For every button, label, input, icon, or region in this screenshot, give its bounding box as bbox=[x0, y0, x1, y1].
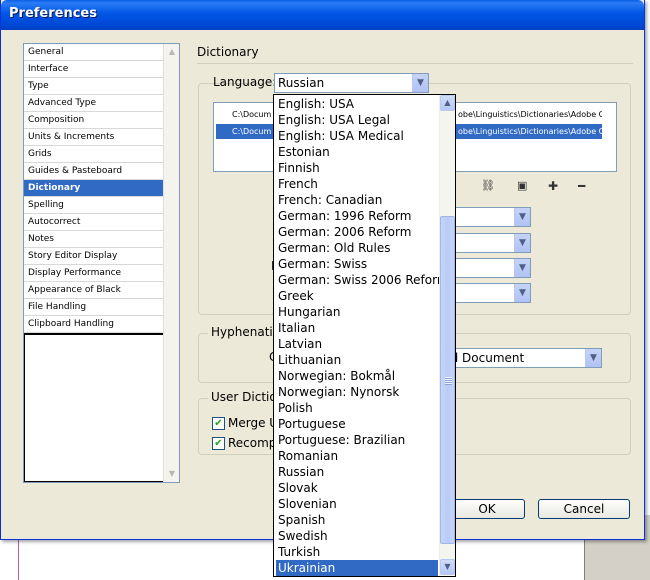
section-divider bbox=[197, 63, 633, 64]
language-option[interactable]: Polish bbox=[276, 400, 438, 416]
path-left: C:\Docum bbox=[232, 127, 272, 136]
sidebar-item[interactable]: Story Editor Display bbox=[24, 248, 164, 265]
chevron-down-icon[interactable]: ▼ bbox=[514, 234, 530, 252]
check-icon: ✔ bbox=[214, 418, 223, 429]
sidebar-item[interactable]: Interface bbox=[24, 61, 164, 78]
sidebar-item[interactable]: Appearance of Black bbox=[24, 282, 164, 299]
language-option[interactable]: English: USA Legal bbox=[276, 112, 438, 128]
chevron-down-icon[interactable]: ▼ bbox=[514, 208, 530, 226]
language-option[interactable]: Slovenian bbox=[276, 496, 438, 512]
language-option[interactable]: Latvian bbox=[276, 336, 438, 352]
scroll-down-icon[interactable]: ▼ bbox=[165, 467, 179, 481]
category-items: General Interface Type Advanced Type Composi… bbox=[24, 44, 164, 333]
spelling-vendor-select[interactable]: ▼ bbox=[451, 233, 531, 253]
single-quotes-select[interactable]: ▼ bbox=[451, 283, 531, 303]
sidebar-item[interactable]: Grids bbox=[24, 146, 164, 163]
language-option[interactable]: German: Swiss bbox=[276, 256, 438, 272]
language-option[interactable]: Romanian bbox=[276, 448, 438, 464]
cancel-button[interactable]: Cancel bbox=[538, 499, 630, 519]
scroll-up-icon[interactable]: ▲ bbox=[165, 45, 179, 59]
language-option[interactable]: Finnish bbox=[276, 160, 438, 176]
scroll-down-icon[interactable]: ▼ bbox=[440, 559, 455, 575]
check-icon: ✔ bbox=[214, 438, 223, 449]
language-option[interactable]: Lithuanian bbox=[276, 352, 438, 368]
merge-checkbox[interactable]: ✔ bbox=[212, 417, 225, 430]
language-option[interactable]: Greek bbox=[276, 288, 438, 304]
language-option[interactable]: German: 2006 Reform bbox=[276, 224, 438, 240]
language-option[interactable]: Italian bbox=[276, 320, 438, 336]
hyphenation-group-label: Hyphenatio bbox=[208, 325, 284, 339]
sidebar-item[interactable]: Advanced Type bbox=[24, 95, 164, 112]
language-option[interactable]: Slovak bbox=[276, 480, 438, 496]
chevron-down-icon[interactable]: ▼ bbox=[585, 349, 601, 367]
sidebar-item[interactable]: Guides & Pasteboard bbox=[24, 163, 164, 180]
remove-dictionary-icon[interactable]: ━ bbox=[578, 179, 585, 193]
chevron-down-icon[interactable]: ▼ bbox=[412, 74, 428, 92]
language-option[interactable]: English: USA Medical bbox=[276, 128, 438, 144]
language-option[interactable]: French: Canadian bbox=[276, 192, 438, 208]
language-option[interactable]: Turkish bbox=[276, 544, 438, 560]
scroll-up-icon[interactable]: ▲ bbox=[440, 95, 455, 111]
language-option[interactable]: Hungarian bbox=[276, 304, 438, 320]
sidebar-item[interactable]: Clipboard Handling bbox=[24, 316, 164, 333]
sidebar-item[interactable]: Display Performance bbox=[24, 265, 164, 282]
compose-using-select[interactable]: nd Document ▼ bbox=[439, 348, 602, 368]
path-right: obe\Linguistics\Dictionaries\Adobe C bbox=[458, 110, 602, 119]
scrollbar-thumb[interactable] bbox=[440, 216, 455, 544]
chevron-down-icon[interactable]: ▼ bbox=[514, 284, 530, 302]
language-select[interactable]: Russian ▼ bbox=[274, 73, 429, 93]
category-scrollbar[interactable]: ▲ ▼ bbox=[163, 44, 179, 482]
language-option[interactable]: Norwegian: Nynorsk bbox=[276, 384, 438, 400]
language-label-text: Language: bbox=[213, 75, 277, 89]
language-option[interactable]: German: 1996 Reform bbox=[276, 208, 438, 224]
sidebar-item[interactable]: Autocorrect bbox=[24, 214, 164, 231]
language-option[interactable]: Spanish bbox=[276, 512, 438, 528]
language-option[interactable]: German: Swiss 2006 Reform bbox=[276, 272, 449, 288]
language-label: Language: bbox=[213, 75, 276, 89]
language-option[interactable]: Ukrainian bbox=[276, 560, 438, 576]
language-option[interactable]: German: Old Rules bbox=[276, 240, 438, 256]
new-dictionary-icon[interactable]: ▣ bbox=[517, 179, 527, 192]
double-quotes-select[interactable]: ▼ bbox=[451, 258, 531, 278]
language-option[interactable]: Swedish bbox=[276, 528, 438, 544]
hyphenation-vendor-select[interactable]: ▼ bbox=[451, 207, 531, 227]
sidebar-item[interactable]: General bbox=[24, 44, 164, 61]
grip-icon bbox=[445, 377, 452, 385]
chevron-down-icon[interactable]: ▼ bbox=[514, 259, 530, 277]
language-option[interactable]: Portuguese: Brazilian bbox=[276, 432, 438, 448]
language-option[interactable]: English: USA bbox=[276, 96, 438, 112]
category-list-empty-area bbox=[24, 333, 164, 482]
recompose-checkbox[interactable]: ✔ bbox=[212, 437, 225, 450]
sidebar-item[interactable]: Type bbox=[24, 78, 164, 95]
relink-icon[interactable]: ⛓ bbox=[481, 179, 495, 192]
window-title: Preferences bbox=[9, 6, 97, 21]
language-option[interactable]: Portuguese bbox=[276, 416, 438, 432]
add-dictionary-icon[interactable]: ✚ bbox=[548, 179, 558, 193]
sidebar-item[interactable]: Dictionary bbox=[24, 180, 164, 197]
title-bar[interactable]: Preferences bbox=[1, 0, 644, 30]
sidebar-item[interactable]: Spelling bbox=[24, 197, 164, 214]
sidebar-item[interactable]: Units & Increments bbox=[24, 129, 164, 146]
section-title: Dictionary bbox=[197, 45, 259, 59]
language-option[interactable]: Russian bbox=[276, 464, 438, 480]
ok-button[interactable]: OK bbox=[449, 499, 525, 519]
sidebar-item[interactable]: File Handling bbox=[24, 299, 164, 316]
path-right: obe\Linguistics\Dictionaries\Adobe C bbox=[458, 127, 602, 136]
path-left: C:\Docum bbox=[232, 110, 272, 119]
language-dropdown-list[interactable]: English: USA English: USA Legal English: U… bbox=[273, 94, 456, 577]
sidebar-item[interactable]: Notes bbox=[24, 231, 164, 248]
language-option[interactable]: Norwegian: Bokmål bbox=[276, 368, 438, 384]
language-option[interactable]: French bbox=[276, 176, 438, 192]
language-dropdown-scrollbar[interactable]: ▲ ▼ bbox=[439, 95, 455, 576]
preferences-category-list[interactable]: General Interface Type Advanced Type Composi… bbox=[23, 43, 180, 483]
language-select-value: Russian bbox=[278, 76, 325, 90]
sidebar-item[interactable]: Composition bbox=[24, 112, 164, 129]
language-option[interactable]: Estonian bbox=[276, 144, 438, 160]
